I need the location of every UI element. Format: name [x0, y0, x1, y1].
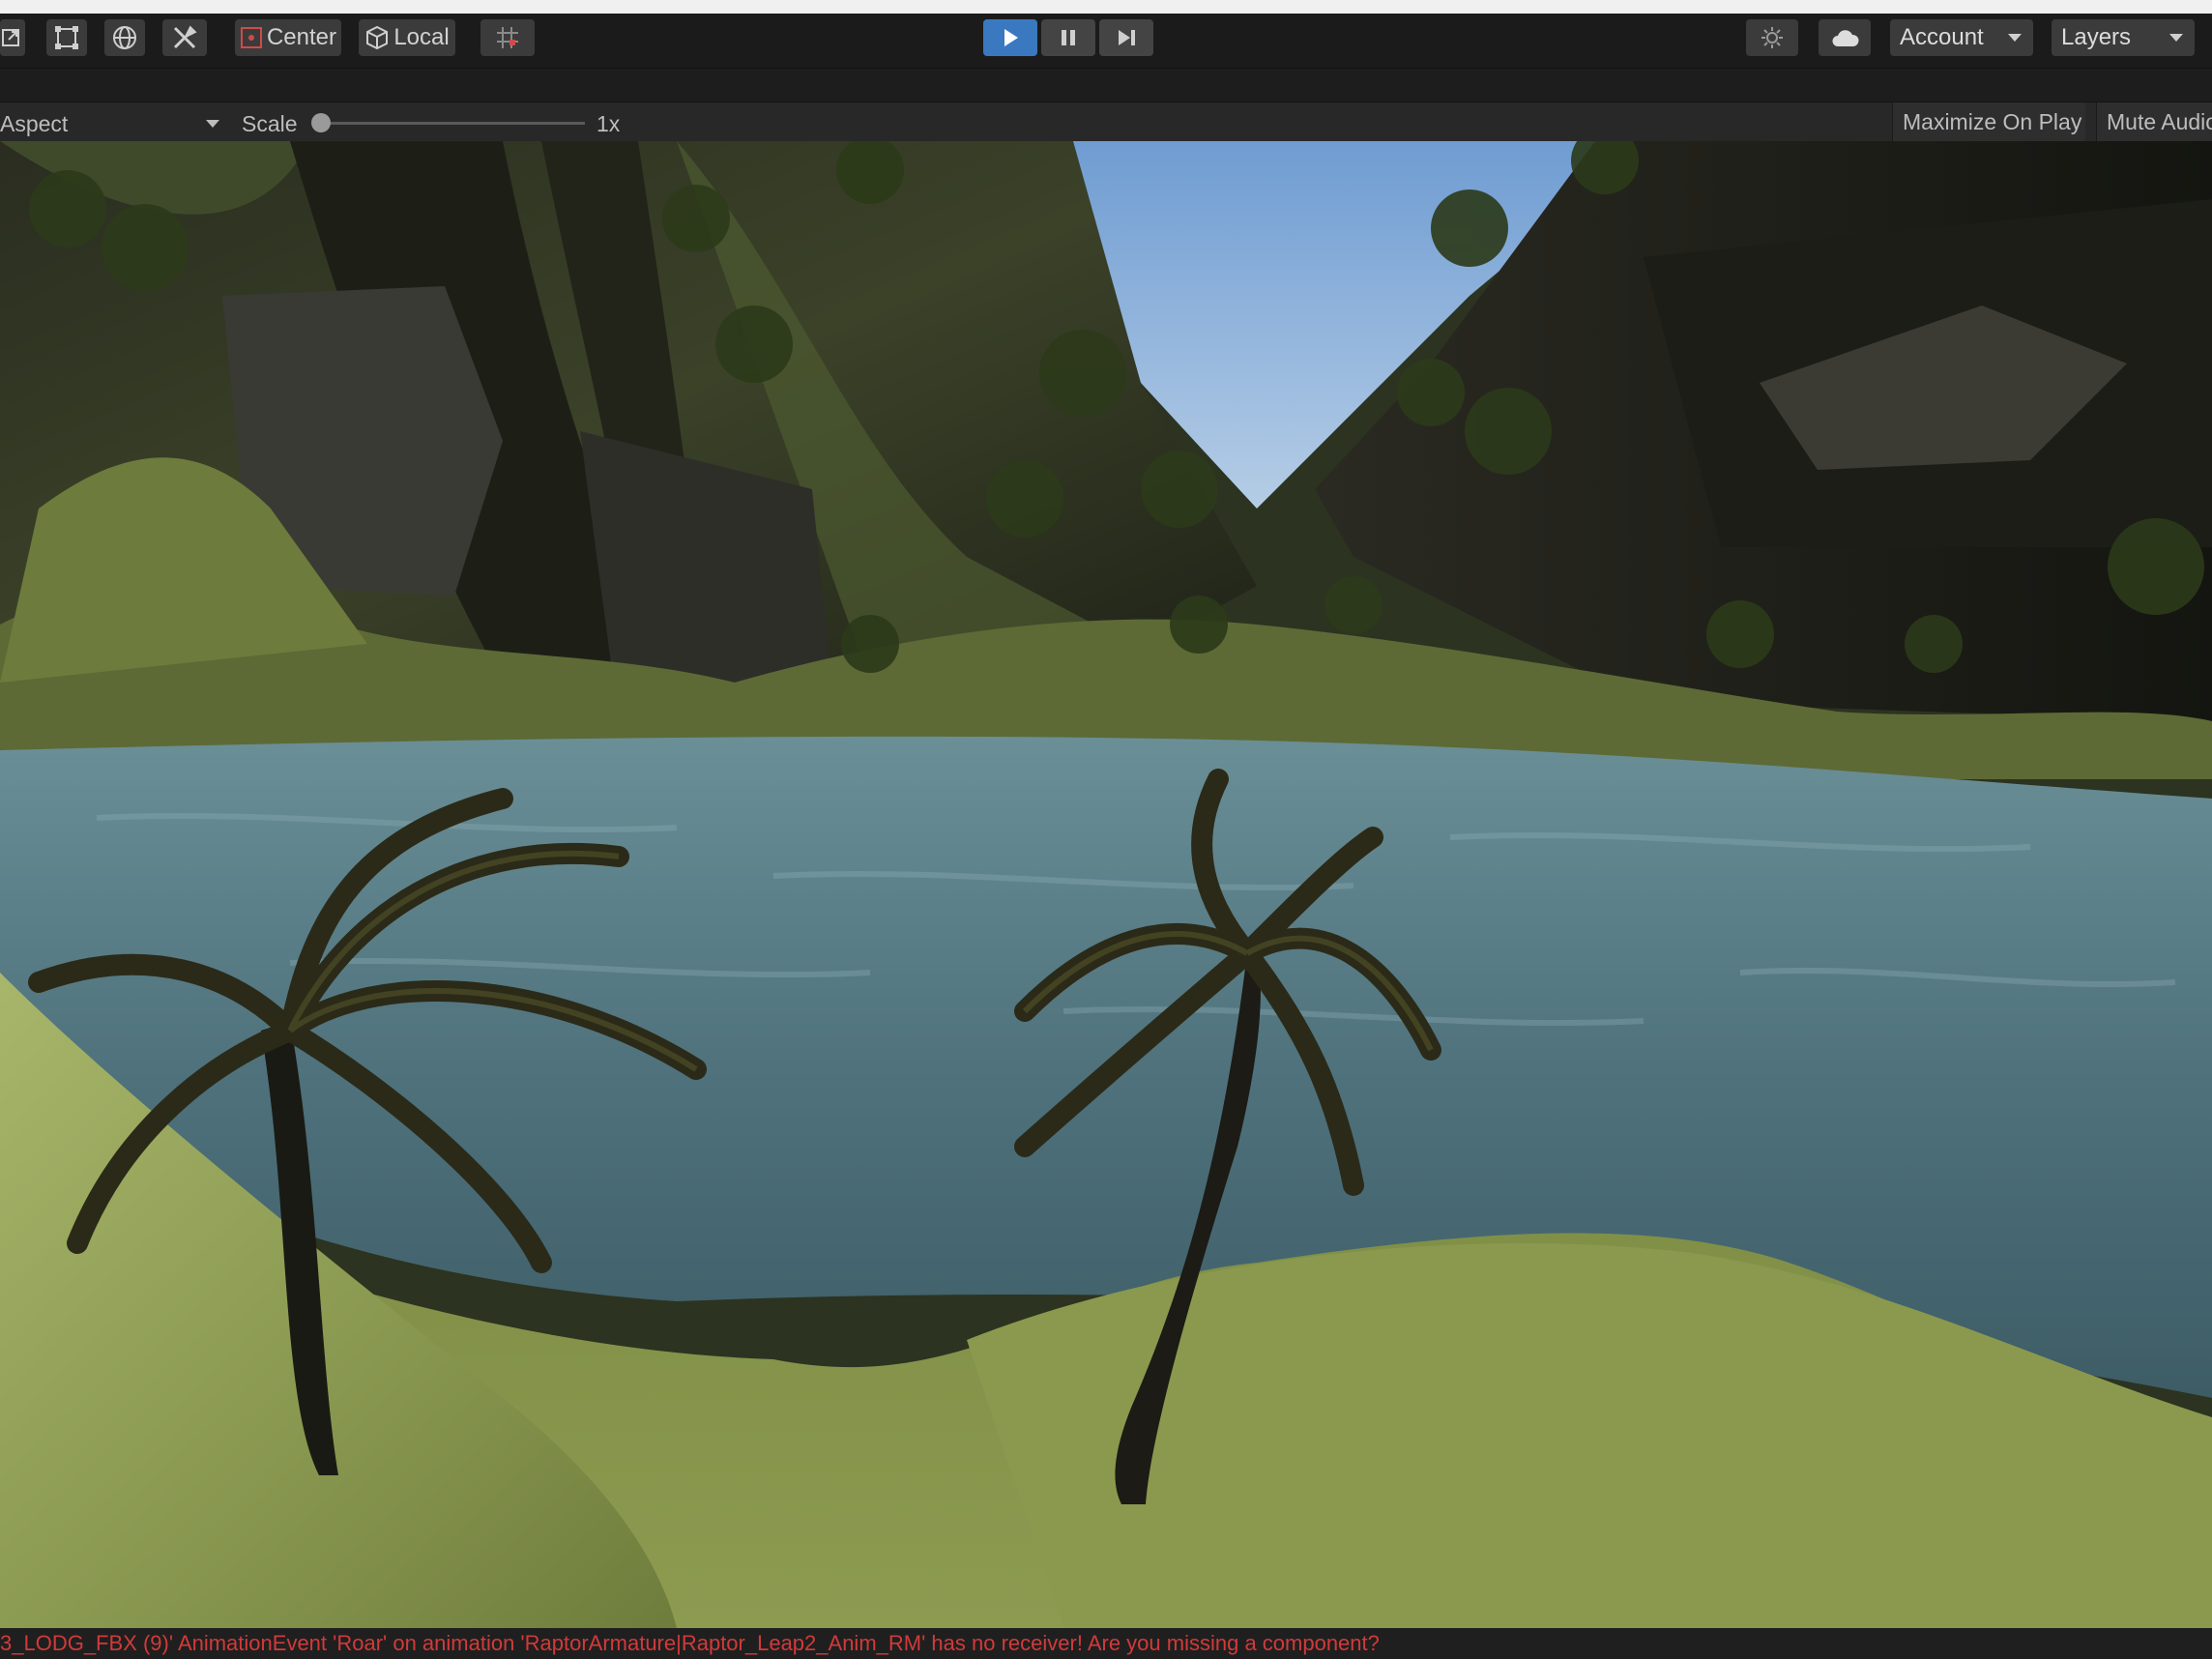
space-local-label: Local	[393, 24, 450, 50]
layers-dropdown[interactable]: Layers	[2052, 19, 2195, 56]
transform-tool-icon	[113, 26, 136, 49]
tab-strip	[0, 69, 2212, 102]
transform-tool-button[interactable]	[104, 19, 145, 56]
scale-value: 1x	[597, 111, 621, 136]
scale-tool-icon	[2, 29, 19, 46]
scale-label: Scale	[242, 111, 298, 136]
chevron-down-icon	[2008, 34, 2022, 42]
console-error-message: 3_LODG_FBX (9)' AnimationEvent 'Roar' on…	[0, 1631, 1380, 1655]
scale-tool-button[interactable]	[0, 19, 25, 56]
rect-tool-icon	[55, 26, 78, 49]
step-icon	[1119, 30, 1135, 45]
maximize-on-play-toggle[interactable]: Maximize On Play	[1892, 102, 2085, 142]
mute-audio-toggle[interactable]: Mute Audio	[2096, 102, 2212, 142]
step-button[interactable]	[1099, 19, 1153, 56]
cloud-button[interactable]	[1819, 19, 1871, 56]
account-dropdown[interactable]: Account	[1890, 19, 2033, 56]
pivot-center-toggle[interactable]: Center	[235, 19, 341, 56]
rect-tool-button[interactable]	[46, 19, 87, 56]
chevron-down-icon	[206, 120, 219, 128]
layers-label: Layers	[2061, 24, 2132, 50]
pause-icon	[1062, 30, 1075, 45]
local-space-icon	[366, 25, 389, 50]
game-view-toolbar: Aspect Scale 1x Maximize On Play Mute Au…	[0, 102, 2212, 143]
scale-slider-handle[interactable]	[311, 113, 331, 132]
play-button[interactable]	[983, 19, 1037, 56]
lighting-button[interactable]	[1746, 19, 1798, 56]
sun-icon	[1761, 27, 1783, 48]
aspect-dropdown[interactable]: Aspect	[0, 111, 68, 137]
play-icon	[1004, 29, 1018, 46]
game-scene-render	[0, 141, 2212, 1628]
pivot-center-label: Center	[266, 24, 337, 50]
custom-tools-button[interactable]	[162, 19, 207, 56]
chevron-down-icon	[2169, 34, 2183, 42]
pivot-center-icon	[240, 27, 262, 48]
game-viewport[interactable]	[0, 141, 2212, 1628]
maximize-on-play-label: Maximize On Play	[1903, 109, 2082, 134]
cloud-icon	[1832, 30, 1859, 46]
pause-button[interactable]	[1041, 19, 1095, 56]
custom-tools-icon	[173, 25, 197, 49]
account-label: Account	[1900, 24, 1984, 50]
console-status-bar[interactable]: 3_LODG_FBX (9)' AnimationEvent 'Roar' on…	[0, 1628, 2212, 1659]
grid-snap-button[interactable]	[480, 19, 535, 56]
space-local-toggle[interactable]: Local	[359, 19, 455, 56]
main-toolbar: Center Local Account Layers	[0, 14, 2212, 69]
grid-snap-icon	[497, 27, 518, 48]
scale-slider-track[interactable]	[319, 122, 585, 125]
mute-audio-label: Mute Audio	[2107, 109, 2212, 134]
window-top-strip	[0, 0, 2212, 14]
